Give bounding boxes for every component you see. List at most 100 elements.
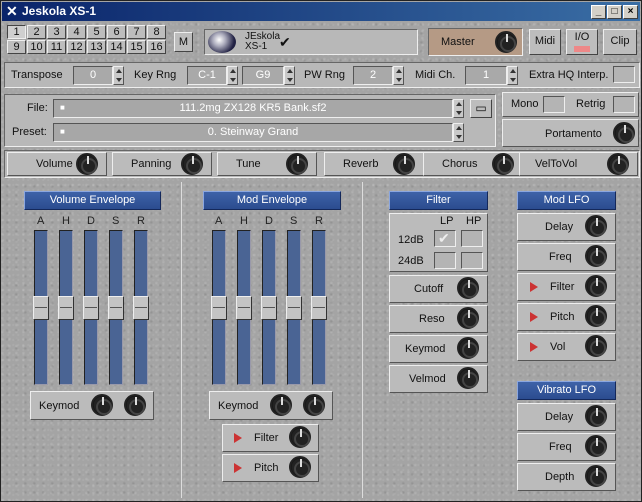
channel-button-5[interactable]: 5 [87,25,106,39]
filter-24db-hp-checkbox[interactable] [461,252,483,269]
retrig-checkbox[interactable] [613,96,635,113]
volenv-slider-a[interactable] [33,230,49,385]
modenv-pitch-knob[interactable] [289,456,311,478]
vibrato-freq-knob[interactable] [585,435,607,457]
midich-spinner[interactable] [507,66,518,85]
knob-veltovol[interactable] [607,153,629,175]
modenv-filter-arrow-icon[interactable] [234,433,242,443]
mono-checkbox[interactable] [543,96,565,113]
transpose-spinner[interactable] [113,66,124,85]
filter-velmod-knob[interactable] [457,367,479,389]
knob-volume[interactable] [76,153,98,175]
master-knob[interactable] [495,31,517,53]
volenv-slider-r[interactable] [133,230,149,385]
modenv-slider-thumb-s[interactable] [286,296,302,320]
file-field[interactable]: ■ 111.2mg ZX128 KR5 Bank.sf2 [53,99,453,118]
clip-button[interactable]: Clip [603,29,637,55]
preset-bullet-icon: ■ [60,127,65,136]
preset-field[interactable]: ■ 0. Steinway Grand [53,123,453,142]
keyrng-high-spinner[interactable] [284,66,295,85]
maximize-button[interactable]: □ [607,5,622,19]
modlfo-freq-knob[interactable] [585,245,607,267]
channel-button-14[interactable]: 14 [107,40,126,54]
channel-button-10[interactable]: 10 [27,40,46,54]
knob-reverb[interactable] [393,153,415,175]
filter-12db-lp-checkbox[interactable] [434,230,456,247]
modenv-keymod-knob-2[interactable] [303,394,325,416]
pwrng-field[interactable]: 2 [353,66,393,85]
volenv-slider-d[interactable] [83,230,99,385]
volenv-slider-h[interactable] [58,230,74,385]
filter-reso-knob[interactable] [457,307,479,329]
modlfo-filter-arrow-icon[interactable] [530,282,538,292]
modenv-keymod-knob-1[interactable] [270,394,292,416]
keyrng-high-field[interactable]: G9 [242,66,284,85]
channel-button-3[interactable]: 3 [47,25,66,39]
transpose-field[interactable]: 0 [73,66,113,85]
vibrato-depth-knob[interactable] [585,465,607,487]
channel-button-15[interactable]: 15 [127,40,146,54]
modenv-slider-d[interactable] [261,230,277,385]
channel-button-7[interactable]: 7 [127,25,146,39]
modlfo-vol-knob[interactable] [585,335,607,357]
volenv-keymod-knob-2[interactable] [124,394,146,416]
modlfo-pitch-knob[interactable] [585,305,607,327]
channel-button-12[interactable]: 12 [67,40,86,54]
modlfo-pitch-arrow-icon[interactable] [530,312,538,322]
channel-button-13[interactable]: 13 [87,40,106,54]
knob-chorus[interactable] [492,153,514,175]
channel-button-1[interactable]: 1 [7,25,26,39]
params-row: Transpose 0 Key Rng C-1 G9 PW Rng 2 Midi… [4,62,640,88]
channel-button-6[interactable]: 6 [107,25,126,39]
volenv-keymod-knob-1[interactable] [91,394,113,416]
vibrato-delay-knob[interactable] [585,405,607,427]
filter-keymod-knob[interactable] [457,337,479,359]
volenv-slider-thumb-d[interactable] [83,296,99,320]
volenv-slider-thumb-r[interactable] [133,296,149,320]
minimize-button[interactable]: _ [591,5,606,19]
keyrng-low-spinner[interactable] [227,66,238,85]
filter-cutoff-knob[interactable] [457,277,479,299]
open-folder-button[interactable]: ▭ [470,99,492,118]
channel-button-9[interactable]: 9 [7,40,26,54]
close-button[interactable]: × [623,5,638,19]
modlfo-vol-arrow-icon[interactable] [530,342,538,352]
file-spinner[interactable] [453,99,464,118]
m-button[interactable]: M [174,32,193,52]
modenv-slider-h[interactable] [236,230,252,385]
modlfo-filter-knob[interactable] [585,275,607,297]
filter-12db-hp-checkbox[interactable] [461,230,483,247]
channel-button-8[interactable]: 8 [147,25,166,39]
modenv-slider-thumb-a[interactable] [211,296,227,320]
keyrng-low-field[interactable]: C-1 [187,66,227,85]
modlfo-delay-knob[interactable] [585,215,607,237]
channel-button-4[interactable]: 4 [67,25,86,39]
midich-field[interactable]: 1 [465,66,507,85]
modenv-pitch-arrow-icon[interactable] [234,463,242,473]
channel-button-2[interactable]: 2 [27,25,46,39]
modenv-slider-thumb-r[interactable] [311,296,327,320]
knob-cell-panning: Panning [112,152,212,176]
pwrng-spinner[interactable] [393,66,404,85]
modenv-slider-s[interactable] [286,230,302,385]
io-button[interactable]: I/O [566,29,598,55]
preset-spinner[interactable] [453,123,464,142]
filter-24db-lp-checkbox[interactable] [434,252,456,269]
volenv-slider-s[interactable] [108,230,124,385]
channel-button-16[interactable]: 16 [147,40,166,54]
volenv-slider-thumb-s[interactable] [108,296,124,320]
filter-cutoff-label: Cutoff [414,283,444,295]
modenv-slider-r[interactable] [311,230,327,385]
knob-panning[interactable] [181,153,203,175]
modenv-slider-a[interactable] [211,230,227,385]
knob-tune[interactable] [286,153,308,175]
channel-button-11[interactable]: 11 [47,40,66,54]
modenv-slider-thumb-d[interactable] [261,296,277,320]
modenv-slider-thumb-h[interactable] [236,296,252,320]
extra-hq-checkbox[interactable] [613,66,635,83]
volenv-slider-thumb-a[interactable] [33,296,49,320]
midi-button[interactable]: Midi [529,29,561,55]
volenv-slider-thumb-h[interactable] [58,296,74,320]
modenv-filter-knob[interactable] [289,426,311,448]
portamento-knob[interactable] [613,122,635,144]
